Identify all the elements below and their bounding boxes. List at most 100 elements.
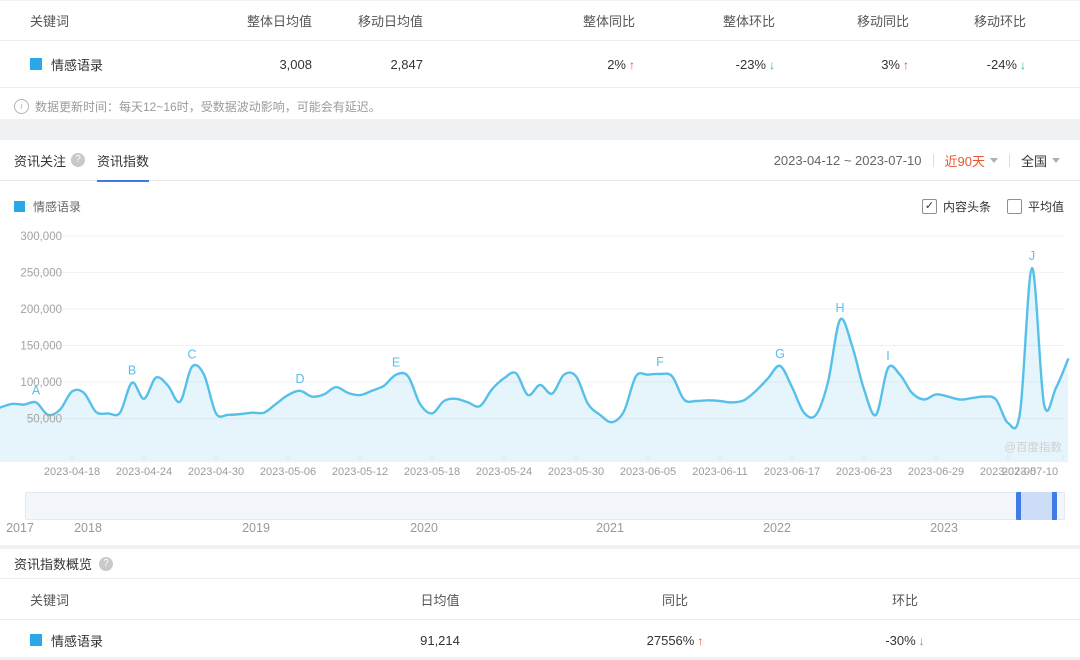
legend-color-swatch bbox=[14, 201, 25, 212]
chart-option-checkboxes: ✓ 内容头条 平均值 bbox=[922, 198, 1064, 215]
header-keyword: 关键词 bbox=[30, 11, 240, 30]
timeline-year-label: 2018 bbox=[74, 521, 102, 535]
event-marker-H: H bbox=[835, 301, 844, 315]
y-axis-tick-label: 300,000 bbox=[20, 231, 62, 243]
event-marker-E: E bbox=[392, 356, 400, 370]
timeline-year-label: 2021 bbox=[596, 521, 624, 535]
period-dropdown[interactable]: 近90天 bbox=[945, 151, 998, 170]
keyword-color-swatch bbox=[30, 58, 42, 70]
news-index-overview-card: 资讯指数概览 ? 关键词 日均值 同比 环比 情感语录 91,214 27556… bbox=[0, 549, 1080, 657]
event-marker-I: I bbox=[886, 349, 889, 363]
keyword-summary-card: 关键词 整体日均值 移动日均值 整体同比 整体环比 移动同比 移动环比 情感语录… bbox=[0, 0, 1080, 119]
event-marker-D: D bbox=[295, 372, 304, 386]
up-arrow-icon: ↑ bbox=[697, 634, 703, 648]
timeline-year-label: 2017 bbox=[6, 521, 34, 535]
x-axis-date-label: 2023-06-11 bbox=[692, 466, 747, 478]
help-icon[interactable]: ? bbox=[71, 153, 85, 167]
x-axis-date-label: 2023-07-10 bbox=[1002, 466, 1058, 478]
header-mobile-yoy: 移动同比 bbox=[775, 11, 909, 30]
header-overall-daily-avg: 整体日均值 bbox=[240, 11, 312, 30]
header-keyword: 关键词 bbox=[30, 590, 280, 609]
timeline-year-label: 2023 bbox=[930, 521, 958, 535]
down-arrow-icon: ↓ bbox=[919, 634, 925, 648]
tab-news-index-label: 资讯指数 bbox=[97, 151, 149, 170]
note-text: 数据更新时间：每天12~16时，受数据波动影响，可能会有延迟。 bbox=[35, 98, 381, 115]
x-axis-date-label: 2023-06-29 bbox=[908, 466, 964, 478]
x-axis-date-label: 2023-06-17 bbox=[764, 466, 820, 478]
x-axis-date-label: 2023-06-23 bbox=[836, 466, 892, 478]
mobile-yoy-value: 3%↑ bbox=[775, 57, 909, 72]
header-mobile-daily-avg: 移动日均值 bbox=[312, 11, 423, 30]
timeline-year-labels: 2017201820192020202120222023 bbox=[0, 521, 1080, 536]
y-axis-tick-label: 150,000 bbox=[20, 341, 62, 353]
help-icon[interactable]: ? bbox=[99, 557, 113, 571]
timeline-slider-selection[interactable] bbox=[1016, 492, 1057, 520]
mobile-mom-value: -24%↓ bbox=[909, 57, 1026, 72]
overview-title: 资讯指数概览 bbox=[14, 554, 92, 573]
timeline-slider-track[interactable] bbox=[25, 492, 1065, 520]
tab-news-follow-label: 资讯关注 bbox=[14, 151, 66, 170]
x-axis-date-label: 2023-04-24 bbox=[116, 466, 172, 478]
yoy-value: 27556%↑ bbox=[600, 633, 750, 648]
divider bbox=[1009, 154, 1010, 167]
x-axis-date-label: 2023-06-05 bbox=[620, 466, 676, 478]
overall-yoy-value: 2%↑ bbox=[423, 57, 635, 72]
tab-news-follow[interactable]: 资讯关注 ? bbox=[14, 140, 85, 180]
checkbox-icon: ✓ bbox=[922, 199, 937, 214]
header-overall-mom: 整体环比 bbox=[635, 11, 775, 30]
overview-table-header: 关键词 日均值 同比 环比 bbox=[0, 578, 1080, 620]
chart-controls: 2023-04-12 ~ 2023-07-10 近90天 全国 bbox=[774, 140, 1060, 180]
data-update-note: i 数据更新时间：每天12~16时，受数据波动影响，可能会有延迟。 bbox=[0, 88, 1080, 115]
x-axis-date-label: 2023-05-06 bbox=[260, 466, 316, 478]
divider bbox=[933, 154, 934, 167]
summary-table-header: 关键词 整体日均值 移动日均值 整体同比 整体环比 移动同比 移动环比 bbox=[0, 1, 1080, 41]
timeline-year-label: 2022 bbox=[763, 521, 791, 535]
region-dropdown[interactable]: 全国 bbox=[1021, 151, 1060, 170]
mom-value: -30%↓ bbox=[750, 633, 1060, 648]
y-axis-tick-label: 100,000 bbox=[20, 377, 62, 389]
x-axis-date-label: 2023-04-18 bbox=[44, 466, 100, 478]
y-axis-tick-label: 250,000 bbox=[20, 268, 62, 280]
legend-row: 情感语录 ✓ 内容头条 平均值 bbox=[14, 198, 1064, 214]
summary-table-row: 情感语录 3,008 2,847 2%↑ -23%↓ 3%↑ -24%↓ bbox=[0, 41, 1080, 88]
overview-table-row: 情感语录 91,214 27556%↑ -30%↓ bbox=[0, 620, 1080, 660]
chevron-down-icon bbox=[990, 158, 998, 163]
period-dropdown-value: 近90天 bbox=[945, 151, 985, 170]
series-legend[interactable]: 情感语录 bbox=[14, 198, 81, 215]
timeline-year-label: 2019 bbox=[242, 521, 270, 535]
news-index-trend-card: 资讯关注 ? 资讯指数 2023-04-12 ~ 2023-07-10 近90天… bbox=[0, 140, 1080, 545]
date-range-label: 2023-04-12 ~ 2023-07-10 bbox=[774, 153, 922, 168]
header-mobile-mom: 移动环比 bbox=[909, 11, 1026, 30]
info-icon: i bbox=[14, 99, 29, 114]
checkbox-icon bbox=[1007, 199, 1022, 214]
event-marker-B: B bbox=[128, 364, 136, 378]
x-axis-date-label: 2023-04-30 bbox=[188, 466, 244, 478]
checkbox-label: 内容头条 bbox=[943, 198, 991, 215]
watermark: @百度指数 bbox=[1004, 440, 1062, 454]
x-axis-date-label: 2023-05-24 bbox=[476, 466, 532, 478]
trend-tabbar: 资讯关注 ? 资讯指数 2023-04-12 ~ 2023-07-10 近90天… bbox=[0, 140, 1080, 181]
event-marker-F: F bbox=[656, 355, 664, 369]
trend-area-fill bbox=[0, 268, 1068, 462]
event-marker-C: C bbox=[187, 348, 196, 362]
header-yoy: 同比 bbox=[600, 590, 750, 609]
keyword-cell[interactable]: 情感语录 bbox=[30, 55, 240, 74]
down-arrow-icon: ↓ bbox=[1020, 58, 1026, 72]
checkbox-average[interactable]: 平均值 bbox=[1007, 198, 1064, 215]
overview-title-row: 资讯指数概览 ? bbox=[0, 549, 1080, 578]
x-axis-date-label: 2023-05-12 bbox=[332, 466, 388, 478]
keyword-color-swatch bbox=[30, 634, 42, 646]
checkbox-content-toutiao[interactable]: ✓ 内容头条 bbox=[922, 198, 991, 215]
keyword-cell[interactable]: 情感语录 bbox=[30, 631, 280, 650]
checkbox-label: 平均值 bbox=[1028, 198, 1064, 215]
tab-news-index[interactable]: 资讯指数 bbox=[97, 140, 149, 182]
overall-mom-value: -23%↓ bbox=[635, 57, 775, 72]
x-axis-date-label: 2023-05-30 bbox=[548, 466, 604, 478]
trend-line-chart[interactable]: 50,000100,000150,000200,000250,000300,00… bbox=[0, 225, 1080, 462]
chevron-down-icon bbox=[1052, 158, 1060, 163]
header-daily-avg: 日均值 bbox=[280, 590, 600, 609]
keyword-label: 情感语录 bbox=[51, 631, 103, 650]
event-marker-J: J bbox=[1029, 249, 1035, 263]
chart-x-axis: 2023-04-18 2023-04-24 2023-04-30 2023-05-06… bbox=[0, 466, 1080, 480]
overall-daily-avg-value: 3,008 bbox=[240, 57, 312, 72]
